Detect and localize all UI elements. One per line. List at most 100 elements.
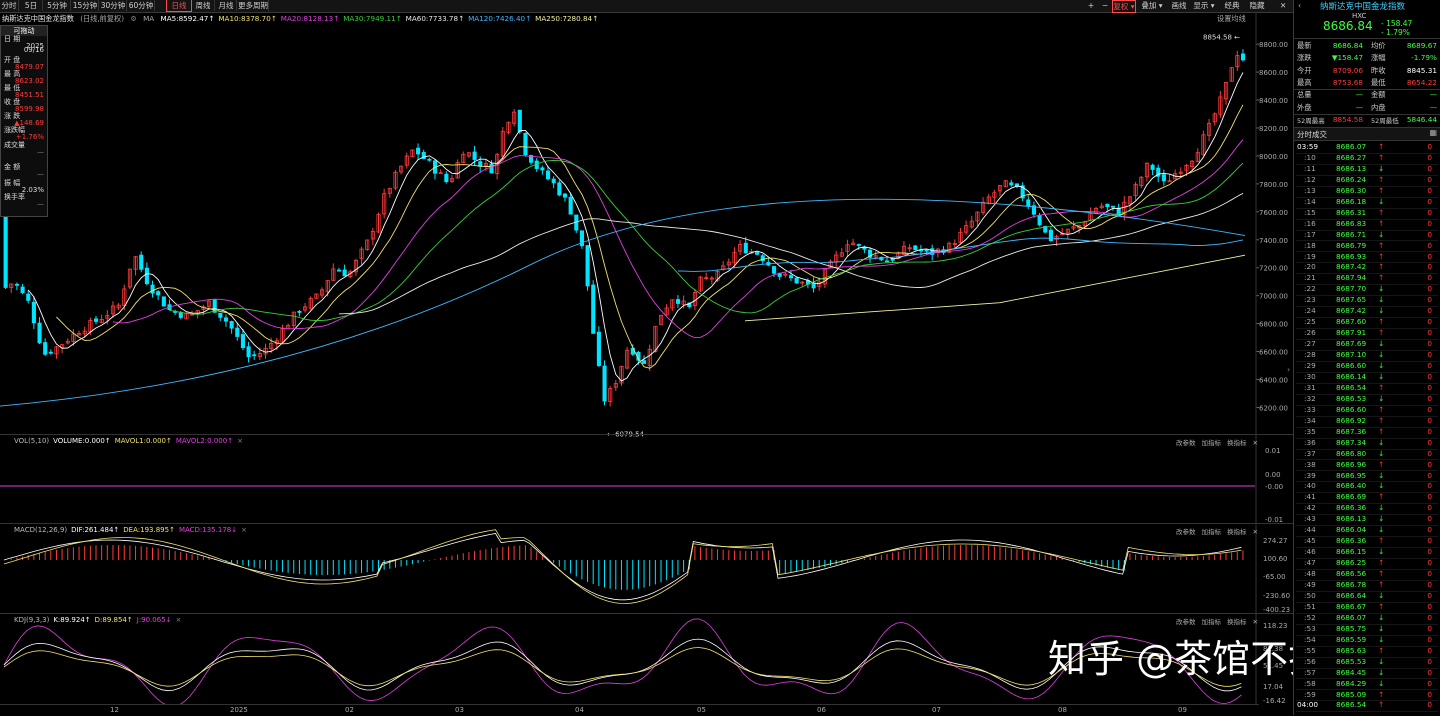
toolbar-draw-button[interactable]: 画线 xyxy=(1169,0,1189,11)
up-arrow-icon: ↑ xyxy=(1378,240,1385,250)
tick-price: 8686.54 xyxy=(1336,700,1367,710)
close-icon[interactable]: ✕ xyxy=(1253,439,1258,447)
vol-btns-btn-0[interactable]: 改参数 xyxy=(1176,439,1196,447)
back-arrow-icon[interactable]: ‹ xyxy=(1298,1,1301,10)
down-arrow-icon: ↓ xyxy=(1378,503,1385,513)
quote-label: 外盘 xyxy=(1297,102,1312,112)
down-arrow-icon: ↓ xyxy=(1378,481,1385,491)
tick-time: :29 xyxy=(1304,361,1316,370)
down-arrow-icon: ↓ xyxy=(1378,448,1385,458)
down-arrow-icon: ↓ xyxy=(1378,229,1385,239)
close-icon[interactable]: ✕ xyxy=(1253,528,1258,536)
macd-btns-btn-0[interactable]: 改参数 xyxy=(1176,528,1196,536)
candle-body xyxy=(540,167,545,171)
collapse-arrow-icon[interactable]: › xyxy=(1287,365,1290,374)
period-tab-1[interactable]: 5日 xyxy=(20,0,43,11)
tick-volume: 0 xyxy=(1427,306,1432,316)
tick-volume: 0 xyxy=(1427,536,1432,546)
tick-time: :21 xyxy=(1304,273,1316,283)
up-arrow-icon: ↑ xyxy=(1378,580,1385,589)
price-axis-label: 7400.00 xyxy=(1259,237,1288,245)
tick-volume: 0 xyxy=(1427,514,1432,524)
price-axis-label: 6200.00 xyxy=(1259,404,1288,412)
tick-time: :55 xyxy=(1304,645,1316,655)
tick-volume: 0 xyxy=(1427,328,1432,338)
tick-volume: 0 xyxy=(1427,678,1432,688)
toolbar-hide-button[interactable]: 隐藏 xyxy=(1246,0,1268,11)
price-axis-label: 7600.00 xyxy=(1259,209,1288,217)
down-arrow-icon: ↓ xyxy=(1378,514,1385,524)
period-tab-6[interactable]: 日线 xyxy=(166,0,192,12)
vol-btns-btn-1[interactable]: 加指标 xyxy=(1202,439,1222,447)
tick-price: 8686.79 xyxy=(1336,240,1367,250)
tick-time: :24 xyxy=(1304,306,1316,316)
kdj-btns-btn-0[interactable]: 改参数 xyxy=(1176,618,1196,626)
macd-btns-btn-1[interactable]: 加指标 xyxy=(1202,528,1222,536)
quote-name: 纳斯达克中国金龙指数 xyxy=(1320,2,1406,12)
up-arrow-icon: ↑ xyxy=(1378,317,1385,327)
period-tab-0[interactable]: 分时 xyxy=(0,0,19,11)
close-icon[interactable]: ✕ xyxy=(1280,0,1286,11)
x-tick-label: 06 xyxy=(817,706,826,714)
candle-body xyxy=(642,360,647,364)
period-tab-7[interactable]: 周线 xyxy=(192,0,215,11)
indicator-close-icon[interactable]: × xyxy=(241,526,247,534)
period-tab-9[interactable]: 更多周期 xyxy=(238,0,269,11)
x-tick-label: 08 xyxy=(1058,706,1067,714)
candle-body xyxy=(336,269,342,272)
kdj-btns-btn-1[interactable]: 加指标 xyxy=(1202,618,1222,626)
tick-volume: 0 xyxy=(1427,448,1432,458)
price-axis-label: 7000.00 xyxy=(1259,293,1288,301)
quote-row-6: 52周最高 8854.58 52周最低 5846.44 xyxy=(1297,115,1437,127)
tick-price: 8685.09 xyxy=(1336,689,1367,699)
ma-line-5 xyxy=(27,72,1244,382)
toolbar-minus-button[interactable]: − xyxy=(1100,0,1110,11)
indicator-close-icon[interactable]: × xyxy=(237,437,243,445)
ma-value-6: MA250:7280.84↑ xyxy=(535,14,599,23)
vol-title-item-2: MAVOL1:0.000↑ xyxy=(114,437,172,445)
candle-body xyxy=(178,312,183,318)
tick-time: :51 xyxy=(1304,601,1316,611)
ma-value-2: MA20:8128.13↑ xyxy=(280,14,340,23)
indicator-close-icon[interactable]: × xyxy=(176,616,182,624)
set-ma-button[interactable]: 设置均线 xyxy=(1217,14,1246,24)
x-tick-label: 12 xyxy=(110,706,119,714)
period-tab-2[interactable]: 5分钟 xyxy=(44,0,71,11)
toolbar-plus-button[interactable]: + xyxy=(1086,0,1096,11)
toolbar-classic-button[interactable]: 经典 xyxy=(1222,0,1242,11)
down-arrow-icon: ↓ xyxy=(1378,371,1385,381)
x-tick-label: 04 xyxy=(575,706,584,714)
tick-volume: 0 xyxy=(1427,426,1432,436)
tick-volume: 0 xyxy=(1427,295,1432,305)
tick-volume: 0 xyxy=(1427,185,1432,195)
kdj-btns-btn-2[interactable]: 换指标 xyxy=(1227,618,1247,626)
tick-time: :41 xyxy=(1304,492,1316,502)
down-arrow-icon: ↓ xyxy=(1378,623,1385,633)
grid-icon[interactable]: ▦ xyxy=(1429,128,1437,137)
candle-body xyxy=(235,327,240,337)
x-tick-label: 05 xyxy=(697,706,706,714)
ma-legend: 纳斯达克中国金龙指数 (日线,前复权) ⚙ MA MA5:8592.47↑ MA1… xyxy=(2,14,606,24)
up-arrow-icon: ↑ xyxy=(1378,152,1385,162)
period-tab-5[interactable]: 60分钟 xyxy=(128,0,155,11)
tick-volume: 0 xyxy=(1427,218,1432,228)
ma-toggle-icon[interactable]: ⚙ xyxy=(130,14,136,23)
vol-btns-btn-2[interactable]: 换指标 xyxy=(1227,439,1247,447)
candle-body xyxy=(472,151,477,160)
ticks-header: 分时成交 ▦ xyxy=(1294,127,1440,141)
candle-body xyxy=(743,242,748,254)
close-icon[interactable]: ✕ xyxy=(1253,618,1258,626)
period-tab-4[interactable]: 30分钟 xyxy=(100,0,127,11)
toolbar-display-button[interactable]: 显示 ▾ xyxy=(1193,0,1215,11)
period-tab-8[interactable]: 月线 xyxy=(216,0,237,11)
ohlc-info-box[interactable]: 可拖动日 期 2025 09/16 开 盘 8479.07 最 高 8623.02 最 低 84… xyxy=(0,25,48,217)
kline-chart[interactable]: 8800.00 8600.00 8400.00 8200.00 8000.00 7800.… xyxy=(0,12,1293,704)
toolbar-overlay-button[interactable]: 叠加 ▾ xyxy=(1140,0,1164,11)
quote-value: — xyxy=(1355,90,1363,100)
period-tab-3[interactable]: 15分钟 xyxy=(72,0,99,11)
tick-volume: 0 xyxy=(1427,240,1432,250)
x-tick-label: 2025 xyxy=(230,706,248,714)
macd-btns-btn-2[interactable]: 换指标 xyxy=(1227,528,1247,536)
quote-row-0: 最新 8686.84 均价 8689.67 xyxy=(1297,41,1437,53)
tick-time: :52 xyxy=(1304,612,1316,622)
